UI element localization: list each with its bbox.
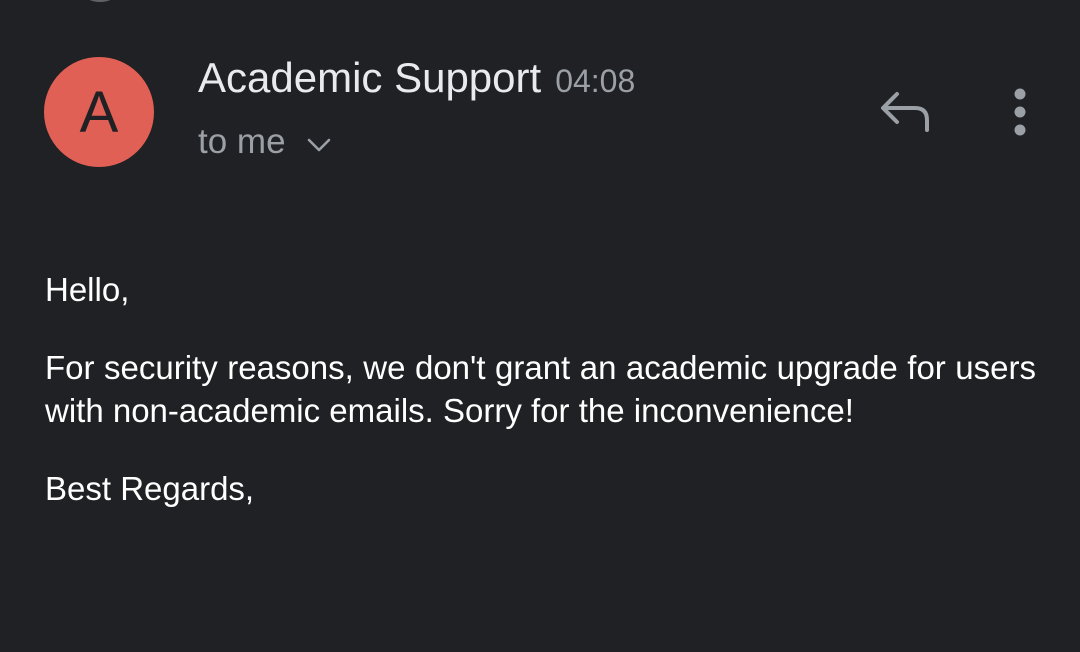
email-header: A Academic Support 04:08 to me bbox=[0, 0, 1080, 200]
sender-name: Academic Support bbox=[198, 54, 542, 101]
email-body: Hello, For security reasons, we don't gr… bbox=[45, 268, 1036, 510]
sent-time: 04:08 bbox=[555, 63, 636, 99]
recipient-label: to me bbox=[198, 122, 286, 161]
email-message: For security reasons, we don't grant an … bbox=[45, 349, 1036, 429]
sender-avatar[interactable]: A bbox=[44, 57, 154, 167]
sender-line: Academic Support 04:08 bbox=[198, 54, 635, 102]
reply-button[interactable] bbox=[870, 84, 940, 140]
chevron-down-icon bbox=[307, 138, 330, 152]
email-greeting: Hello, bbox=[45, 271, 130, 308]
more-options-button[interactable] bbox=[996, 84, 1044, 140]
email-signoff: Best Regards, bbox=[45, 470, 255, 507]
recipient-details-toggle[interactable]: to me bbox=[198, 122, 332, 162]
more-vert-icon bbox=[1014, 88, 1026, 136]
avatar-letter: A bbox=[79, 80, 119, 145]
reply-icon bbox=[881, 92, 929, 132]
